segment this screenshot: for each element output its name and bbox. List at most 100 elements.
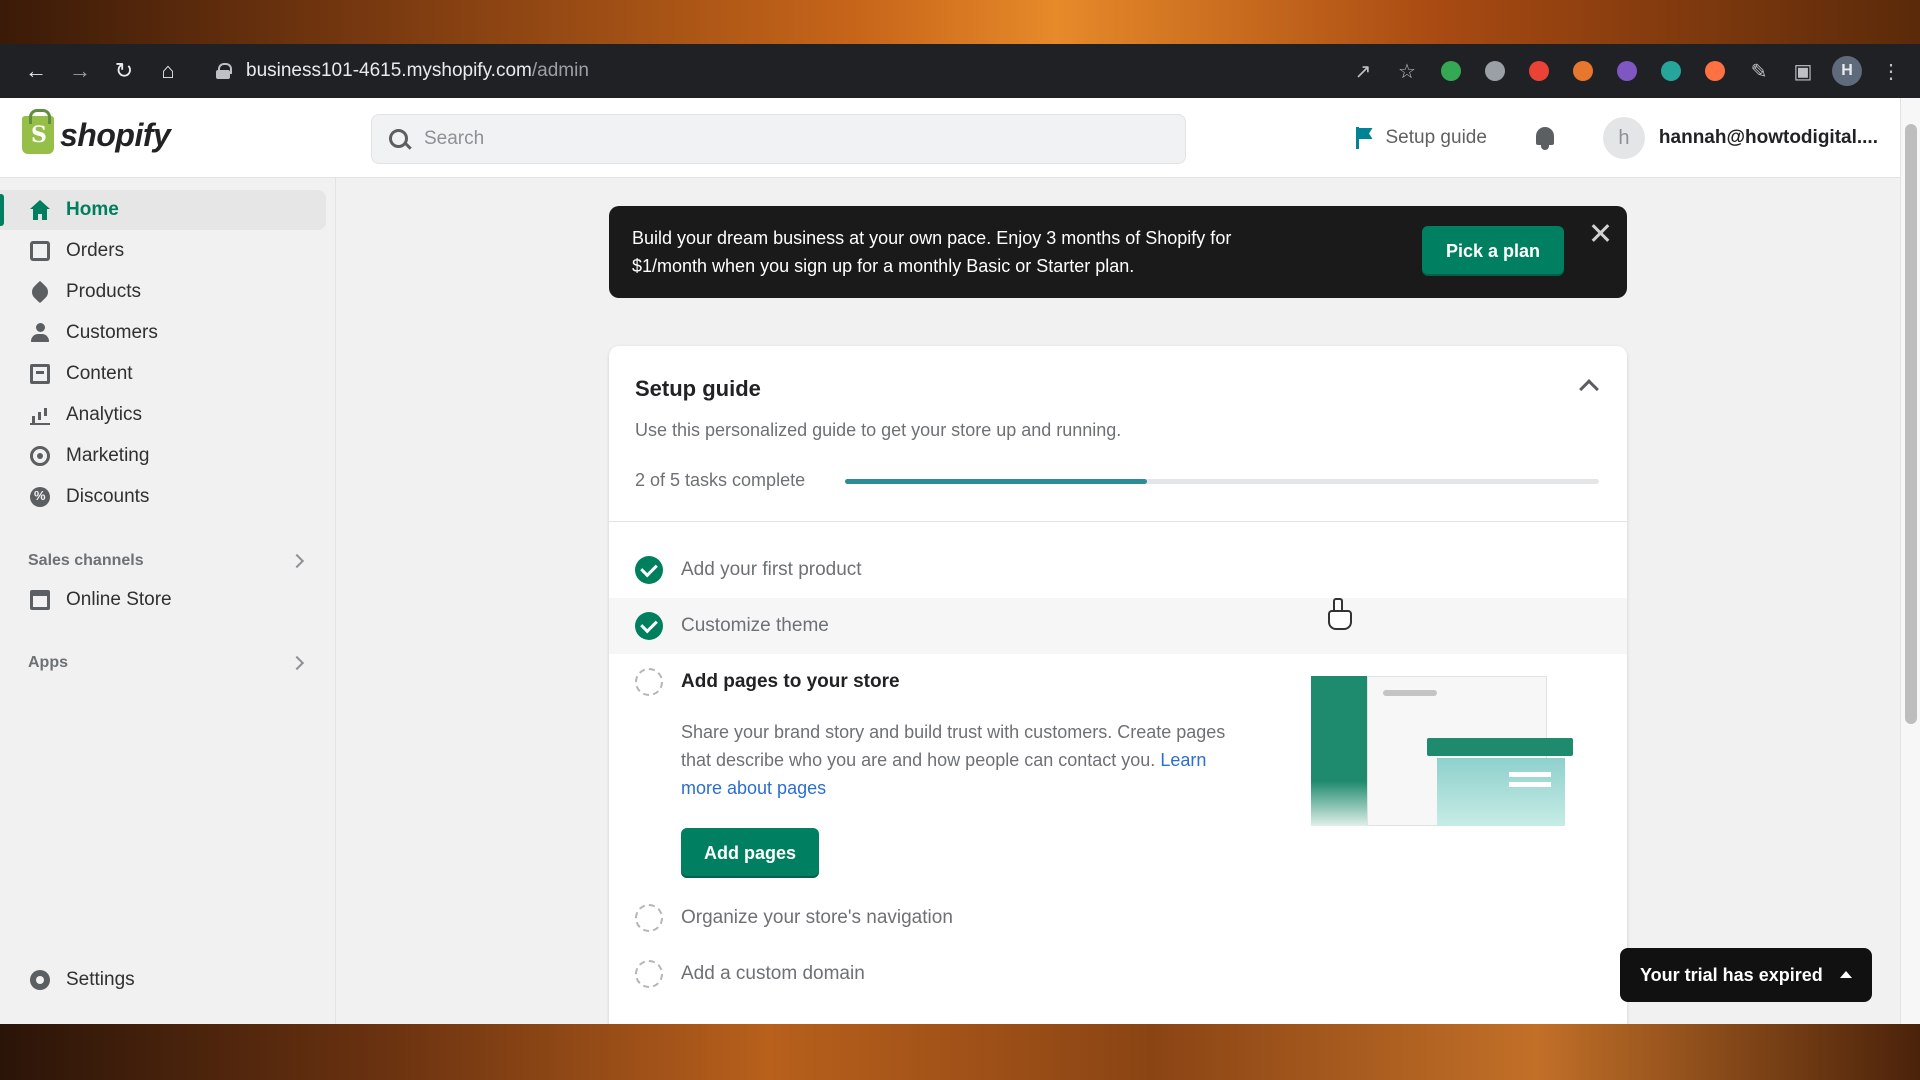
task-label: Add pages to your store [681,671,900,692]
trial-expired-toast[interactable]: Your trial has expired [1620,948,1872,1002]
settings-gear-icon [30,970,50,990]
reload-icon[interactable]: ↻ [102,49,146,93]
extension-fox-icon[interactable] [1568,56,1598,86]
pick-a-plan-button[interactable]: Pick a plan [1422,226,1564,276]
setup-guide-link-label: Setup guide [1385,127,1487,148]
sidebar-item-marketing[interactable]: Marketing [0,436,326,476]
task-organize-navigation[interactable]: Organize your store's navigation [609,890,1627,946]
sidebar-item-products[interactable]: Products [0,272,326,312]
browser-menu-icon[interactable]: ⋮ [1876,56,1906,86]
analytics-icon [30,405,50,425]
page-scrollbar[interactable] [1900,98,1920,1024]
sidebar-item-settings[interactable]: Settings [0,960,326,1000]
sales-channels-label: Sales channels [28,552,144,569]
shopify-logo[interactable]: shopify [22,109,171,154]
sidebar-item-label: Settings [66,969,135,990]
chevron-up-icon[interactable] [1579,379,1599,399]
card-title: Setup guide [635,376,761,401]
puzzle-icon[interactable]: ✎ [1744,56,1774,86]
sidebar: Home Orders Products Customers Content A… [0,178,336,1024]
extension-orange-icon[interactable] [1700,56,1730,86]
chevron-right-icon [289,553,305,569]
illustration-sidebar [1311,676,1367,826]
sidebar-item-customers[interactable]: Customers [0,313,326,353]
home-browser-icon[interactable]: ⌂ [146,49,190,93]
sidebar-item-label: Customers [66,322,158,343]
sidepanel-icon[interactable]: ▣ [1788,56,1818,86]
extension-grey-icon[interactable] [1480,56,1510,86]
lock-icon[interactable] [216,63,232,79]
add-pages-button[interactable]: Add pages [681,828,819,878]
shopify-bag-icon [22,109,54,154]
check-circle-icon [635,612,663,640]
sidebar-item-orders[interactable]: Orders [0,231,326,271]
close-icon[interactable] [1589,222,1611,244]
customers-icon [30,323,50,343]
sidebar-item-label: Analytics [66,404,143,425]
desktop-wallpaper-top [0,0,1920,44]
task-label: Add a custom domain [681,963,865,984]
task-customize-theme[interactable]: Customize theme [609,598,1627,654]
dashed-circle-icon [635,668,663,696]
extension-purple-icon[interactable] [1612,56,1642,86]
search-icon [389,129,411,151]
dashed-circle-icon [635,960,663,988]
check-circle-icon [635,556,663,584]
caret-up-icon [1840,971,1852,978]
task-custom-domain[interactable]: Add a custom domain [609,946,1627,1002]
browser-profile-avatar[interactable]: H [1832,56,1862,86]
search-placeholder: Search [424,128,485,149]
notifications-bell-icon[interactable] [1533,125,1557,151]
sidebar-item-content[interactable]: Content [0,354,326,394]
orders-icon [30,241,50,261]
apps-header[interactable]: Apps [28,654,308,672]
task-label: Organize your store's navigation [681,907,953,928]
forward-icon[interactable]: → [58,49,102,93]
topbar-right: Setup guide h hannah@howtodigital.... [1355,98,1878,178]
progress-bar [845,479,1599,484]
divider [609,521,1627,522]
sidebar-item-label: Discounts [66,486,150,507]
address-bar[interactable]: business101-4615.myshopify.com/admin [204,51,601,91]
products-icon [28,280,52,304]
task-add-product[interactable]: Add your first product [609,542,1627,598]
toast-label: Your trial has expired [1640,964,1823,985]
sidebar-item-home[interactable]: Home [0,190,326,230]
share-icon[interactable]: ↗ [1348,56,1378,86]
pages-illustration [1311,676,1581,836]
progress-bar-fill [845,479,1147,484]
sidebar-item-analytics[interactable]: Analytics [0,395,326,435]
card-subtitle: Use this personalized guide to get your … [635,420,1122,440]
task-label: Add your first product [681,559,862,580]
sales-channels-header[interactable]: Sales channels [28,552,308,570]
apps-label: Apps [28,654,68,671]
scrollbar-thumb[interactable] [1905,124,1917,724]
promo-banner: Build your dream business at your own pa… [609,206,1627,298]
main-content: Build your dream business at your own pa… [337,178,1900,1024]
extension-red-icon[interactable] [1524,56,1554,86]
marketing-icon [30,446,50,466]
admin-topbar: shopify Search Setup guide h hannah@howt… [0,98,1900,178]
setup-guide-card: Setup guide Use this personalized guide … [609,346,1627,1024]
sidebar-item-label: Home [66,199,119,220]
extensions-area: ↗ ☆ ✎ ▣ H ⋮ [1348,56,1906,86]
user-menu[interactable]: h hannah@howtodigital.... [1602,117,1878,159]
back-icon[interactable]: ← [14,49,58,93]
sidebar-item-online-store[interactable]: Online Store [0,580,326,620]
desktop-wallpaper-bottom [0,1024,1920,1080]
sidebar-item-discounts[interactable]: Discounts [0,477,326,517]
star-icon[interactable]: ☆ [1392,56,1422,86]
banner-text: Build your dream business at your own pa… [632,224,1312,280]
setup-guide-link[interactable]: Setup guide [1355,127,1487,149]
shopify-admin: shopify Search Setup guide h hannah@howt… [0,98,1920,1024]
progress-label: 2 of 5 tasks complete [635,470,806,490]
task-label: Customize theme [681,615,829,636]
dashed-circle-icon [635,904,663,932]
logo-text: shopify [60,116,171,153]
search-input[interactable]: Search [371,114,1186,164]
extension-teal-icon[interactable] [1656,56,1686,86]
flag-icon [1355,127,1374,149]
extension-green-icon[interactable] [1436,56,1466,86]
illustration-header [1427,738,1573,756]
illustration-line [1383,690,1437,696]
